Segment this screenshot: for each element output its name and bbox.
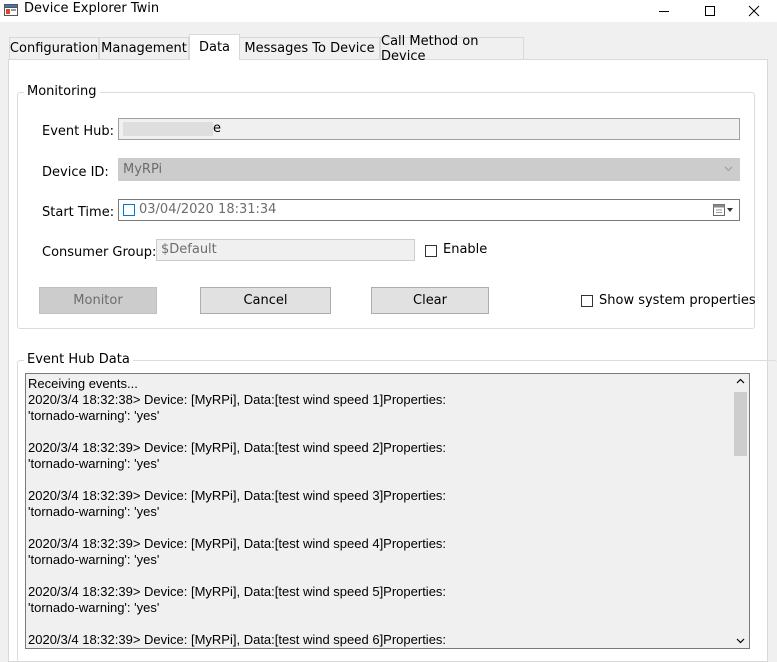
event-log-textarea[interactable]: Receiving events... 2020/3/4 18:32:38> De… xyxy=(25,373,750,649)
cancel-button[interactable]: Cancel xyxy=(200,287,331,314)
tab-configuration[interactable]: Configuration xyxy=(9,37,99,59)
tab-messages-to-device[interactable]: Messages To Device xyxy=(239,37,380,59)
log-line: 2020/3/4 18:32:39> Device: [MyRPi], Data… xyxy=(28,488,447,503)
scroll-up-icon[interactable] xyxy=(736,378,745,384)
window-title: Device Explorer Twin xyxy=(24,1,160,16)
maximize-icon xyxy=(705,6,715,16)
device-id-value: MyRPi xyxy=(123,162,163,177)
scroll-down-icon[interactable] xyxy=(736,638,745,644)
enable-checkbox[interactable] xyxy=(425,245,437,257)
tab-management[interactable]: Management xyxy=(99,37,189,59)
start-time-label: Start Time: xyxy=(42,205,115,220)
tab-label: Management xyxy=(101,41,187,56)
minimize-button[interactable] xyxy=(641,0,687,22)
show-system-properties-checkbox[interactable] xyxy=(581,295,593,307)
calendar-dropdown-icon[interactable] xyxy=(713,204,735,216)
clear-button[interactable]: Clear xyxy=(371,287,489,314)
event-hub-value: e xyxy=(213,121,221,136)
monitor-button[interactable]: Monitor xyxy=(39,287,157,314)
clear-button-label: Clear xyxy=(413,293,447,308)
tab-label: Messages To Device xyxy=(244,41,375,56)
tab-label: Call Method on Device xyxy=(381,33,479,64)
close-button[interactable] xyxy=(731,0,777,22)
tab-label: Data xyxy=(198,40,231,55)
start-time-value: 03/04/2020 18:31:34 xyxy=(139,202,277,217)
show-system-properties-label: Show system properties xyxy=(599,293,756,308)
cancel-button-label: Cancel xyxy=(243,293,288,308)
log-line: 2020/3/4 18:32:39> Device: [MyRPi], Data… xyxy=(28,584,447,599)
title-bar: Device Explorer Twin xyxy=(0,0,777,22)
start-time-checkbox[interactable] xyxy=(123,204,135,216)
monitor-button-label: Monitor xyxy=(73,293,123,308)
monitoring-group-label: Monitoring xyxy=(24,84,100,99)
log-line: Receiving events... xyxy=(28,376,138,391)
app-window-icon xyxy=(4,4,18,16)
log-line: 'tornado-warning': 'yes' xyxy=(28,552,160,567)
minimize-icon xyxy=(659,11,669,12)
tab-data[interactable]: Data xyxy=(189,34,240,60)
consumer-group-label: Consumer Group: xyxy=(42,245,157,260)
log-line: 2020/3/4 18:32:38> Device: [MyRPi], Data… xyxy=(28,392,447,407)
event-hub-field[interactable]: e xyxy=(118,118,740,140)
device-id-label: Device ID: xyxy=(42,165,109,180)
event-log-text: Receiving events... 2020/3/4 18:32:38> De… xyxy=(28,376,728,648)
consumer-group-value: $Default xyxy=(161,242,217,257)
chevron-down-icon xyxy=(724,166,733,172)
log-scrollbar[interactable] xyxy=(732,374,749,648)
log-line: 'tornado-warning': 'yes' xyxy=(28,408,160,423)
device-id-dropdown[interactable]: MyRPi xyxy=(118,158,740,181)
close-icon xyxy=(748,5,760,17)
event-hub-data-group-label: Event Hub Data xyxy=(24,352,133,367)
enable-label: Enable xyxy=(443,242,488,257)
tab-label: Configuration xyxy=(9,41,99,56)
log-line: 2020/3/4 18:32:39> Device: [MyRPi], Data… xyxy=(28,536,447,551)
start-time-picker[interactable]: 03/04/2020 18:31:34 xyxy=(118,199,740,221)
tab-call-method-on-device[interactable]: Call Method on Device xyxy=(380,34,524,64)
log-line: 2020/3/4 18:32:39> Device: [MyRPi], Data… xyxy=(28,632,447,647)
log-line: 'tornado-warning': 'yes' xyxy=(28,456,160,471)
log-line: 'tornado-warning': 'yes' xyxy=(28,600,160,615)
redacted-value xyxy=(123,121,213,136)
consumer-group-field[interactable]: $Default xyxy=(156,239,415,261)
maximize-button[interactable] xyxy=(687,0,733,22)
log-line: 2020/3/4 18:32:39> Device: [MyRPi], Data… xyxy=(28,440,447,455)
event-hub-label: Event Hub: xyxy=(42,124,115,139)
log-line: 'tornado-warning': 'yes' xyxy=(28,504,160,519)
scrollbar-thumb[interactable] xyxy=(734,392,747,456)
